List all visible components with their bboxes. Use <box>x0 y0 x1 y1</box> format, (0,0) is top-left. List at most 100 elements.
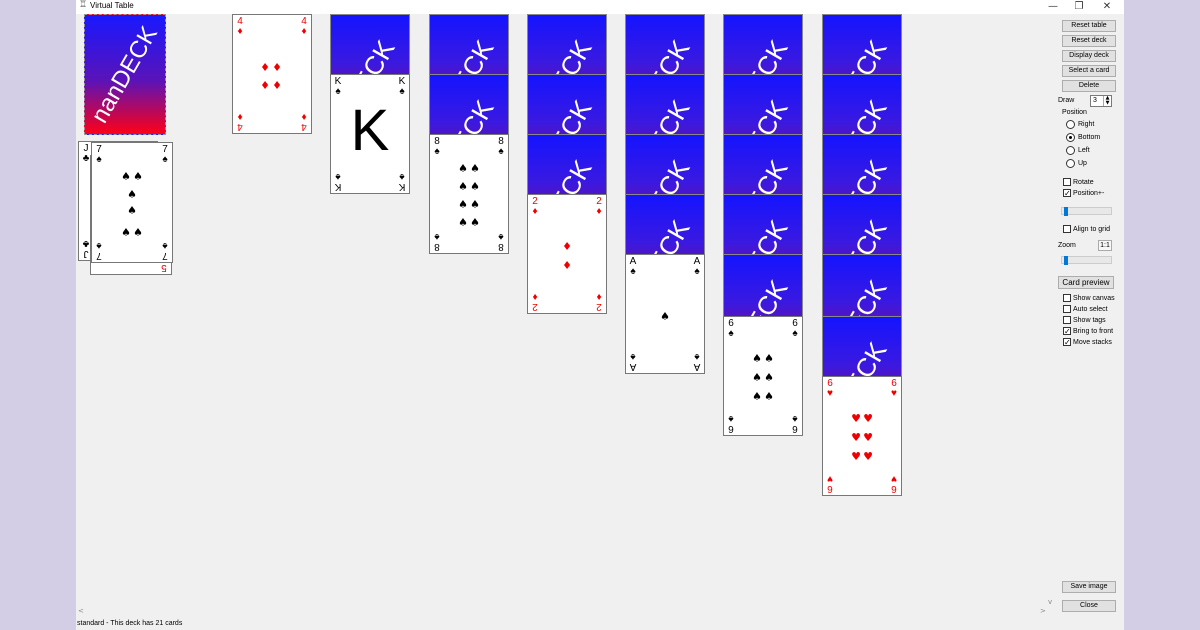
card-table[interactable]: nanDECK J♣ J♣ 5♥ 7♠ 7♠ 7♠ 7♠ ♠ ♠ ♠ ♠ ♠ ♠… <box>76 14 982 617</box>
diamond-icon: ♦ <box>260 61 270 74</box>
card-rank: K ♠ <box>334 76 342 97</box>
zoom-slider[interactable] <box>1061 256 1112 265</box>
delete-button[interactable]: Delete <box>1062 80 1116 92</box>
auto-select-checkbox[interactable] <box>1063 305 1071 313</box>
card-rank-bottom: 2 ♦ <box>532 291 538 312</box>
card-rank-right: K ♠ <box>398 76 406 97</box>
spade-icon: ♠ <box>121 170 131 183</box>
heart-icon: ♥ <box>851 450 861 463</box>
rotate-checkbox[interactable] <box>1063 178 1071 186</box>
scroll-down-icon[interactable]: v <box>1048 598 1052 606</box>
bring-front-checkbox[interactable]: ✓ <box>1063 327 1071 336</box>
horizontal-scrollbar[interactable]: < > <box>76 606 1056 617</box>
move-stacks-checkbox[interactable]: ✓ <box>1063 338 1071 347</box>
card-rank: 6 ♥ <box>827 378 833 399</box>
spade-icon: ♠ <box>127 188 137 201</box>
spade-icon: ♠ <box>764 390 774 403</box>
card-rank-bottom: 6 ♥ <box>827 473 833 494</box>
spade-icon: ♠ <box>133 226 143 239</box>
show-tags-label: Show tags <box>1073 317 1106 324</box>
card-two-diamonds[interactable]: 2 ♦ 2 ♦ 2 ♦ 2 ♦ ♦ ♦ <box>527 194 607 314</box>
virtual-table-window: ♖ Virtual Table — ❐ ✕ nanDECK J♣ J♣ 5♥ 7… <box>76 0 1124 630</box>
diamond-icon: ♦ <box>260 79 270 92</box>
diamond-icon: ♦ <box>562 259 572 272</box>
diamond-icon: ♦ <box>272 61 282 74</box>
position-right-radio[interactable] <box>1066 120 1075 129</box>
save-image-button[interactable]: Save image <box>1062 581 1116 593</box>
deck-pile[interactable]: nanDECK <box>84 14 166 135</box>
card-rank-bottom-right: K ♠ <box>398 171 406 192</box>
spade-icon: ♠ <box>752 352 762 365</box>
card-rank-right: 8 ♠ <box>498 136 504 157</box>
spade-icon: ♠ <box>121 226 131 239</box>
align-grid-checkbox[interactable] <box>1063 225 1071 233</box>
display-deck-button[interactable]: Display deck <box>1062 50 1116 62</box>
card-rank: 6 ♠ <box>728 318 734 339</box>
position-slider[interactable] <box>1061 207 1112 216</box>
card-preview-button[interactable]: Card preview <box>1058 276 1114 289</box>
draw-spinner[interactable]: 3 ▲ ▼ <box>1090 95 1112 107</box>
align-grid-label: Align to grid <box>1073 226 1110 233</box>
card-rank-bottom-right: 2 ♦ <box>596 291 602 312</box>
heart-icon: ♥ <box>863 450 873 463</box>
draw-label: Draw <box>1058 97 1075 104</box>
card-rank-bottom-right: 6 ♥ <box>891 473 897 494</box>
spade-icon: ♠ <box>764 352 774 365</box>
reset-table-button[interactable]: Reset table <box>1062 20 1116 32</box>
show-canvas-label: Show canvas <box>1073 295 1115 302</box>
diamond-icon: ♦ <box>272 79 282 92</box>
position-pm-checkbox[interactable]: ✓ <box>1063 189 1071 198</box>
reset-deck-button[interactable]: Reset deck <box>1062 35 1116 47</box>
close-button[interactable]: Close <box>1062 600 1116 612</box>
card-six-spades[interactable]: 6 ♠ 6 ♠ 6 ♠ 6 ♠ ♠ ♠ ♠ ♠ ♠ ♠ <box>723 316 803 436</box>
spinner-arrows-icon[interactable]: ▲ ▼ <box>1103 96 1111 106</box>
card-rank-bottom: A ♠ <box>629 351 637 372</box>
position-label: Position <box>1062 109 1087 116</box>
zoom-value-button[interactable]: 1:1 <box>1098 240 1112 251</box>
position-bottom-radio[interactable] <box>1066 133 1075 142</box>
spade-icon: ♠ <box>458 180 468 193</box>
card-rank-right: 7 ♠ <box>162 144 168 165</box>
position-up-radio[interactable] <box>1066 159 1075 168</box>
slider-thumb[interactable] <box>1064 207 1068 216</box>
control-panel: Reset table Reset deck Display deck Sele… <box>1056 14 1124 617</box>
slider-thumb[interactable] <box>1064 256 1068 265</box>
card-ace-spades[interactable]: A ♠ A ♠ A ♠ A ♠ ♠ <box>625 254 705 374</box>
spade-icon: ♠ <box>752 371 762 384</box>
card-rank-bottom: K ♠ <box>334 171 342 192</box>
card-eight-spades[interactable]: 8 ♠ 8 ♠ 8 ♠ 8 ♠ ♠ ♠ ♠ ♠ ♠ ♠ ♠ ♠ <box>429 134 509 254</box>
spade-icon: ♠ <box>458 162 468 175</box>
card-rank: 8 ♠ <box>434 136 440 157</box>
king-face: K <box>350 98 390 163</box>
show-canvas-checkbox[interactable] <box>1063 294 1071 302</box>
spade-icon: ♠ <box>458 216 468 229</box>
position-left-radio[interactable] <box>1066 146 1075 155</box>
show-tags-checkbox[interactable] <box>1063 316 1071 324</box>
status-bar: standard - This deck has 21 cards <box>76 617 1124 630</box>
card-rank-right: 6 ♥ <box>891 378 897 399</box>
restore-button[interactable]: ❐ <box>1066 0 1092 14</box>
card-rank-bottom: 6 ♠ <box>728 413 734 434</box>
spade-icon: ♠ <box>660 310 670 323</box>
card-rank: 4 ♦ <box>237 16 243 37</box>
position-up-label: Up <box>1078 160 1087 167</box>
card-rank-bottom-right: 4 ♦ <box>301 111 307 132</box>
card-rank-bottom-right: 8 ♠ <box>498 231 504 252</box>
select-card-button[interactable]: Select a card <box>1062 65 1116 77</box>
move-stacks-label: Move stacks <box>1073 339 1112 346</box>
card-king-spades[interactable]: K ♠ K ♠ K ♠ K ♠ K <box>330 74 410 194</box>
minimize-button[interactable]: — <box>1040 0 1066 14</box>
heart-icon: ♥ <box>863 431 873 444</box>
card-four-diamonds[interactable]: 4 ♦ 4 ♦ 4 ♦ 4 ♦ ♦ ♦ ♦ ♦ <box>232 14 312 134</box>
close-window-button[interactable]: ✕ <box>1094 0 1120 14</box>
scroll-left-icon[interactable]: < <box>78 607 84 615</box>
card-six-hearts[interactable]: 6 ♥ 6 ♥ 6 ♥ 6 ♥ ♥ ♥ ♥ ♥ ♥ ♥ <box>822 376 902 496</box>
spade-icon: ♠ <box>133 170 143 183</box>
card-seven-spades[interactable]: 7 ♠ 7 ♠ 7 ♠ 7 ♠ ♠ ♠ ♠ ♠ ♠ ♠ <box>91 142 173 263</box>
position-right-label: Right <box>1078 121 1095 128</box>
scroll-right-icon[interactable]: > <box>1040 607 1046 615</box>
bring-front-label: Bring to front <box>1073 328 1114 335</box>
card-rank: 7 ♠ <box>96 144 102 165</box>
deck-back-text: nanDECK <box>86 21 163 128</box>
diamond-icon: ♦ <box>562 240 572 253</box>
